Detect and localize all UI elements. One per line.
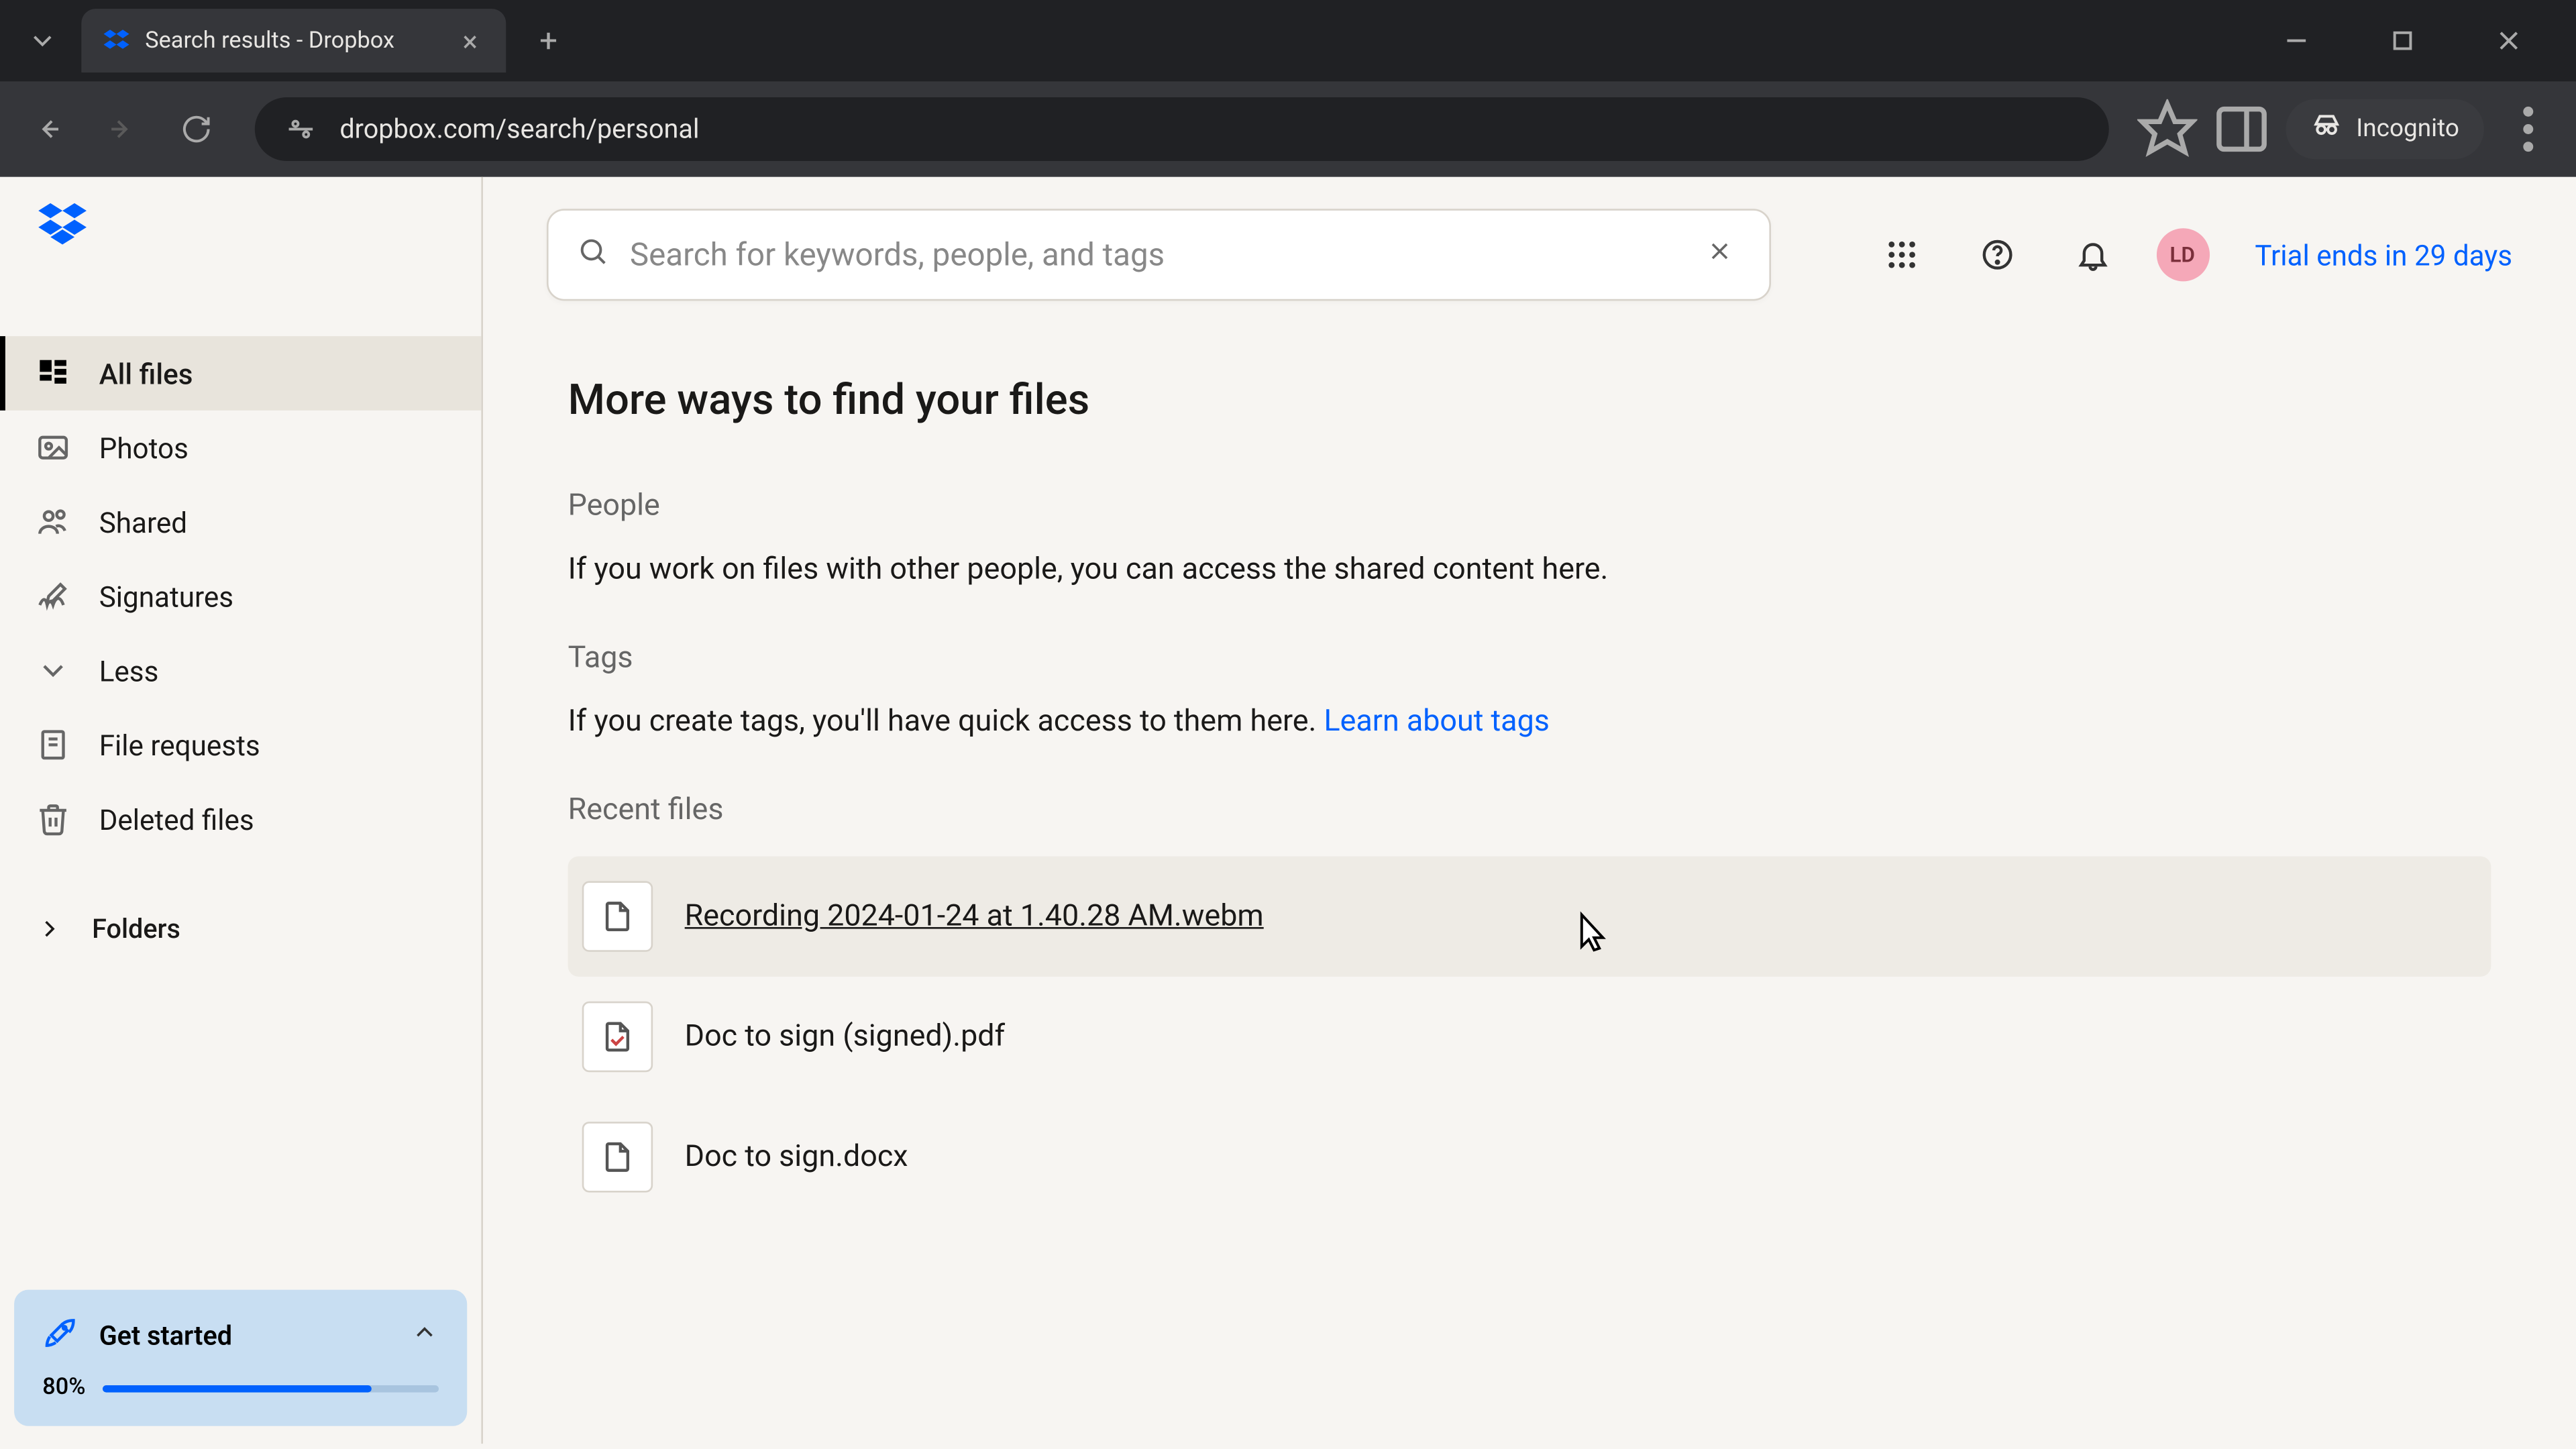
new-tab-button[interactable]: + xyxy=(524,16,574,66)
all-files-icon xyxy=(36,356,71,391)
url-text: dropbox.com/search/personal xyxy=(339,113,699,145)
trash-icon xyxy=(36,802,71,837)
progress-fill xyxy=(103,1385,372,1392)
file-icon xyxy=(582,881,653,951)
address-bar[interactable]: dropbox.com/search/personal xyxy=(255,97,2108,161)
avatar-initials: LD xyxy=(2169,242,2195,267)
tab-title: Search results - Dropbox xyxy=(145,28,455,54)
people-section-desc: If you work on files with other people, … xyxy=(568,552,2491,588)
window-maximize-button[interactable] xyxy=(2367,12,2438,68)
incognito-label: Incognito xyxy=(2356,115,2459,143)
rocket-icon xyxy=(42,1315,78,1357)
sidebar-item-label: Deleted files xyxy=(99,802,254,836)
file-requests-icon xyxy=(36,727,71,763)
chevron-up-icon xyxy=(411,1318,439,1354)
file-name: Doc to sign (signed).pdf xyxy=(685,1019,1005,1055)
browser-menu-button[interactable] xyxy=(2498,99,2559,160)
search-clear-button[interactable] xyxy=(1699,230,1741,280)
tags-section-label: Tags xyxy=(568,641,2491,676)
signatures-icon xyxy=(36,578,71,614)
recent-file-item[interactable]: Recording 2024-01-24 at 1.40.28 AM.webm xyxy=(568,856,2491,976)
dropbox-logo-icon xyxy=(36,202,92,252)
recent-file-item[interactable]: Doc to sign (signed).pdf xyxy=(568,977,2491,1097)
sidebar-folders-toggle[interactable]: Folders xyxy=(0,892,481,966)
photos-icon xyxy=(36,430,71,466)
sidebar-item-file-requests[interactable]: File requests xyxy=(0,708,481,782)
window-close-button[interactable] xyxy=(2473,12,2544,68)
pdf-file-icon xyxy=(582,1002,653,1072)
people-section-label: People xyxy=(568,488,2491,524)
file-name: Recording 2024-01-24 at 1.40.28 AM.webm xyxy=(685,899,1264,934)
main-area: LD Trial ends in 29 days More ways to fi… xyxy=(483,177,2576,1444)
learn-about-tags-link[interactable]: Learn about tags xyxy=(1324,704,1549,740)
recent-files-list: Recording 2024-01-24 at 1.40.28 AM.webm … xyxy=(568,856,2491,1217)
logo-area[interactable] xyxy=(0,177,481,283)
get-started-header: Get started xyxy=(42,1315,439,1357)
topbar-right: LD Trial ends in 29 days xyxy=(1869,223,2512,286)
sidebar-item-photos[interactable]: Photos xyxy=(0,411,481,485)
sidebar-item-label: Signatures xyxy=(99,580,233,613)
progress-track xyxy=(103,1385,439,1392)
back-button[interactable] xyxy=(17,99,78,160)
nav-list: All files Photos Shared Signatures Less … xyxy=(0,336,481,856)
sidebar-item-label: File requests xyxy=(99,728,260,761)
notifications-button[interactable] xyxy=(2060,223,2124,286)
sidebar-item-all-files[interactable]: All files xyxy=(0,336,481,411)
get-started-panel[interactable]: Get started 80% xyxy=(14,1290,467,1426)
file-name: Doc to sign.docx xyxy=(685,1139,908,1175)
search-input[interactable] xyxy=(630,236,1699,273)
browser-tab[interactable]: Search results - Dropbox × xyxy=(81,9,506,72)
topbar: LD Trial ends in 29 days xyxy=(483,177,2576,333)
search-container[interactable] xyxy=(547,209,1771,301)
app-switcher-button[interactable] xyxy=(1869,223,1933,286)
file-icon xyxy=(582,1122,653,1192)
sidebar-item-label: Less xyxy=(99,654,159,688)
browser-toolbar: dropbox.com/search/personal Incognito xyxy=(0,81,2576,176)
user-avatar[interactable]: LD xyxy=(2156,228,2209,281)
sidebar: All files Photos Shared Signatures Less … xyxy=(0,177,483,1444)
content: More ways to find your files People If y… xyxy=(483,333,2576,1260)
folders-label: Folders xyxy=(92,913,180,945)
site-info-icon[interactable] xyxy=(276,105,325,154)
sidebar-item-label: Shared xyxy=(99,505,187,539)
dropbox-favicon-icon xyxy=(103,27,131,55)
search-icon xyxy=(577,235,608,274)
tab-strip: Search results - Dropbox × + xyxy=(0,0,2576,81)
bookmark-button[interactable] xyxy=(2137,99,2197,160)
sidebar-item-label: Photos xyxy=(99,431,189,464)
tab-search-dropdown[interactable] xyxy=(14,12,70,68)
tags-desc-text: If you create tags, you'll have quick ac… xyxy=(568,704,1324,740)
recent-file-item[interactable]: Doc to sign.docx xyxy=(568,1097,2491,1217)
chevron-down-icon xyxy=(36,653,71,688)
sidebar-item-label: All files xyxy=(99,356,193,390)
sidebar-item-shared[interactable]: Shared xyxy=(0,485,481,559)
incognito-icon xyxy=(2310,110,2342,149)
help-button[interactable] xyxy=(1965,223,2029,286)
forward-button[interactable] xyxy=(92,99,152,160)
sidebar-item-less[interactable]: Less xyxy=(0,633,481,708)
sidebar-item-signatures[interactable]: Signatures xyxy=(0,559,481,633)
progress-percent: 80% xyxy=(42,1375,85,1401)
reload-button[interactable] xyxy=(166,99,227,160)
trial-status-link[interactable]: Trial ends in 29 days xyxy=(2255,238,2512,272)
get-started-title: Get started xyxy=(99,1320,390,1351)
recent-files-label: Recent files xyxy=(568,793,2491,828)
side-panel-button[interactable] xyxy=(2211,99,2271,160)
window-minimize-button[interactable] xyxy=(2261,12,2332,68)
sidebar-item-deleted-files[interactable]: Deleted files xyxy=(0,782,481,857)
shared-icon xyxy=(36,504,71,540)
chevron-right-icon xyxy=(36,915,64,943)
app-root: All files Photos Shared Signatures Less … xyxy=(0,177,2576,1444)
tab-close-button[interactable]: × xyxy=(455,24,485,58)
incognito-indicator[interactable]: Incognito xyxy=(2286,99,2484,160)
page-title: More ways to find your files xyxy=(568,375,2491,425)
tags-section-desc: If you create tags, you'll have quick ac… xyxy=(568,704,2491,740)
browser-chrome: Search results - Dropbox × + dropbox.com… xyxy=(0,0,2576,177)
get-started-progress: 80% xyxy=(42,1375,439,1401)
